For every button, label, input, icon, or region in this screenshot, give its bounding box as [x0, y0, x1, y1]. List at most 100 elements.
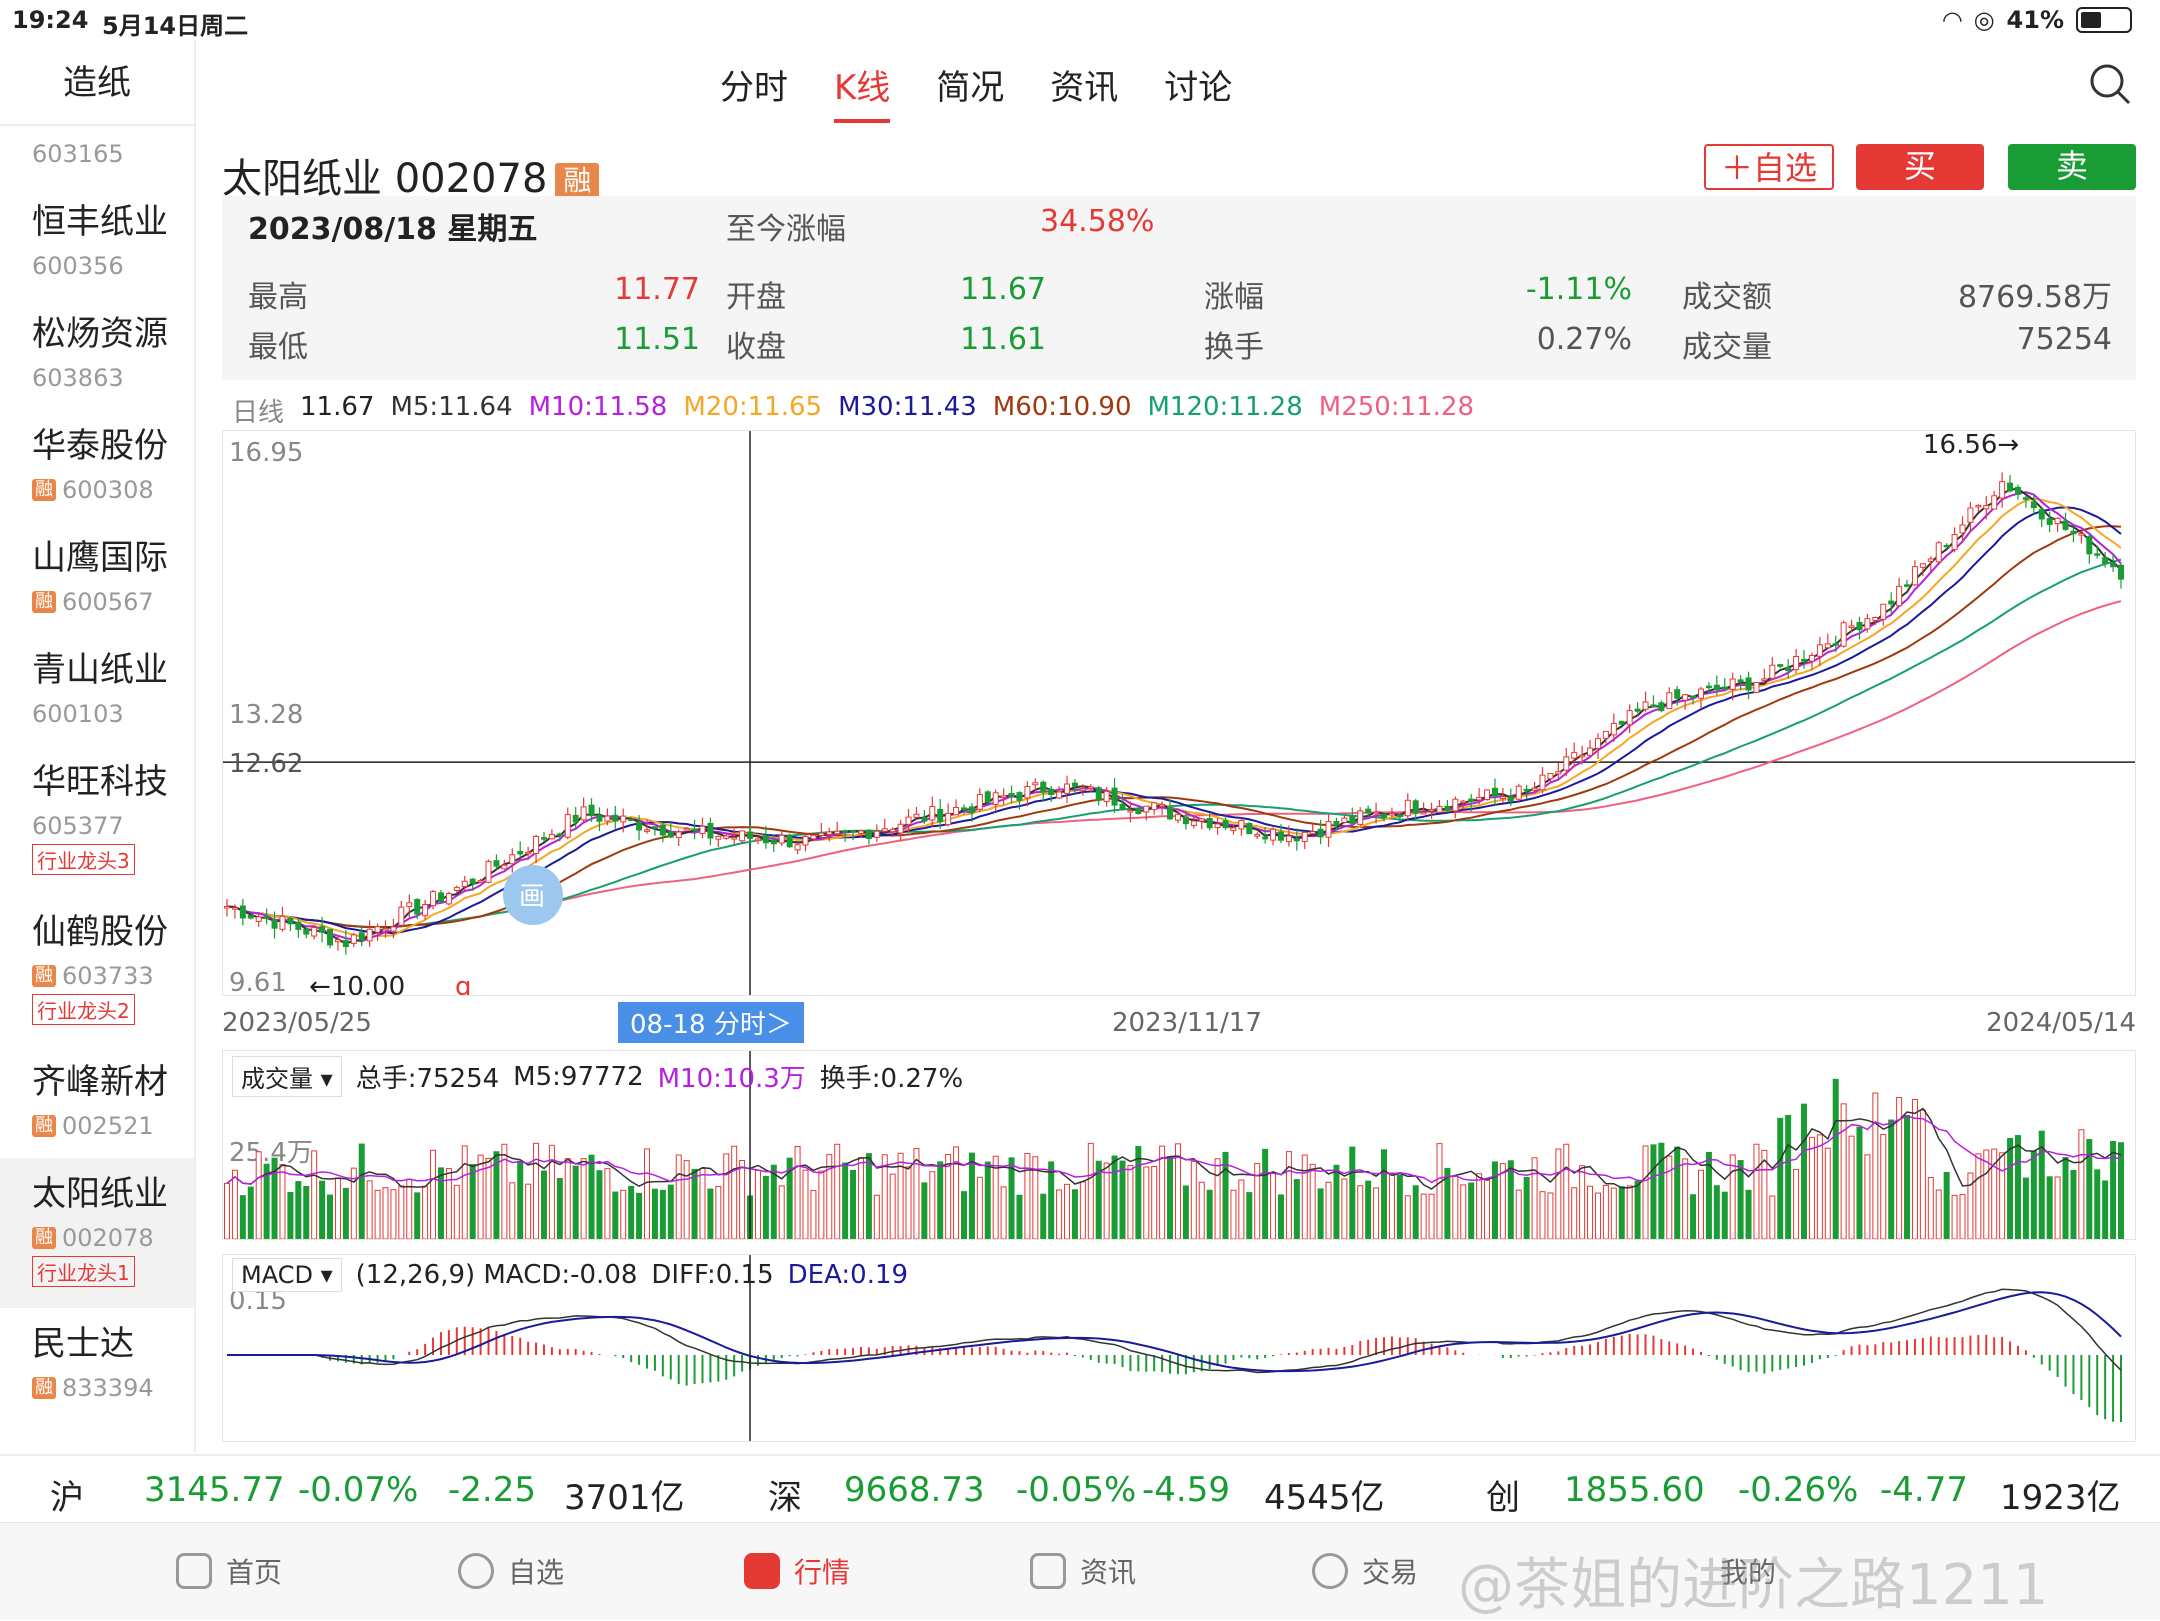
volume-bar — [1690, 1194, 1697, 1239]
candle-body — [644, 829, 651, 832]
candle-body — [1832, 643, 1839, 646]
candle-body — [1523, 788, 1530, 792]
candle-body — [1547, 773, 1554, 780]
sidebar-stock-code: 600356 — [32, 252, 124, 280]
volume-bar — [1563, 1143, 1570, 1239]
candle-body — [826, 831, 833, 835]
candle-body — [1808, 654, 1815, 662]
volume-bar — [1951, 1194, 1958, 1239]
volume-bar — [762, 1175, 769, 1239]
nav-market[interactable]: 行情 — [744, 1551, 850, 1591]
candle-body — [1373, 811, 1380, 815]
sidebar-stock-603733[interactable]: 仙鹤股份融 603733 行业龙头2 — [0, 896, 194, 1046]
vol-ytick: 25.4万 — [229, 1138, 313, 1168]
volume-bar — [1048, 1161, 1055, 1239]
volume-bar — [1079, 1181, 1086, 1239]
volume-bar — [390, 1189, 397, 1239]
sidebar-stock-600308[interactable]: 华泰股份融 600308 — [0, 410, 194, 522]
margin-badge: 融 — [32, 1115, 56, 1137]
nav-watchlist-label: 自选 — [508, 1556, 565, 1589]
volume-bar — [921, 1182, 928, 1239]
volume-bar — [1230, 1189, 1237, 1239]
sidebar-stock-code: 融 833394 — [32, 1374, 194, 1402]
volume-bar — [2014, 1135, 2021, 1239]
candle-body — [1412, 800, 1419, 814]
candle-body — [1816, 644, 1823, 657]
sidebar-stock-002521[interactable]: 齐峰新材融 002521 — [0, 1046, 194, 1158]
volume-bar — [1452, 1175, 1459, 1239]
candle-body — [1713, 684, 1720, 691]
index-ticker[interactable]: 沪 3145.77 -0.07% -2.25 3701亿 深 9668.73 -… — [0, 1454, 2160, 1522]
tab-timeshare[interactable]: 分时 — [720, 60, 788, 123]
tab-kline[interactable]: K线 — [834, 60, 891, 123]
ma30: M30:11.43 — [838, 392, 977, 422]
nav-trade[interactable]: 交易 — [1312, 1551, 1418, 1591]
tab-news[interactable]: 资讯 — [1050, 60, 1118, 123]
macd-indicator-dropdown[interactable]: MACD ▾ — [232, 1258, 342, 1292]
volume-bar — [1460, 1184, 1467, 1239]
sidebar-stock-600103[interactable]: 青山纸业 600103 — [0, 634, 194, 746]
candle-body — [1864, 618, 1871, 630]
buy-button[interactable]: 买 — [1856, 144, 1984, 190]
sidebar-stock-600567[interactable]: 山鹰国际融 600567 — [0, 522, 194, 634]
kline-chart[interactable]: 16.95 13.28 12.62 9.61 ←10.00 16.56→ q 画 — [222, 430, 2136, 996]
candle-body — [1785, 666, 1792, 672]
volume-indicator-dropdown[interactable]: 成交量 ▾ — [232, 1056, 342, 1097]
x-end-label: 2024/05/14 — [1986, 1008, 2136, 1038]
volume-bar — [1888, 1119, 1895, 1239]
candle-body — [1270, 828, 1277, 841]
ma5: M5:11.64 — [390, 392, 513, 422]
volume-bar — [1777, 1117, 1784, 1239]
add-watchlist-button[interactable]: ＋自选 — [1704, 144, 1834, 190]
candle-body — [945, 812, 952, 826]
sidebar-stock-833394[interactable]: 民士达融 833394 — [0, 1308, 194, 1420]
volume-bar — [1618, 1186, 1625, 1239]
tab-profile[interactable]: 简况 — [936, 60, 1004, 123]
vol-total: 总手:75254 — [355, 1064, 500, 1094]
nav-home[interactable]: 首页 — [176, 1551, 282, 1591]
candle-body — [1840, 622, 1847, 647]
candle-body — [287, 917, 294, 925]
volume-bar — [1856, 1126, 1863, 1239]
volume-bar — [2078, 1129, 2085, 1239]
volume-bar — [1262, 1148, 1269, 1239]
volume-bar — [723, 1153, 730, 1239]
candle-body — [477, 880, 484, 883]
sidebar-stock-002078[interactable]: 太阳纸业融 002078 行业龙头1 — [0, 1158, 194, 1308]
candle-body — [1491, 787, 1498, 797]
candle-body — [1317, 828, 1324, 838]
sidebar-stock-name: 华旺科技 — [32, 762, 168, 802]
volume-bar — [683, 1160, 690, 1239]
industry-leader-tag: 行业龙头1 — [32, 1256, 135, 1287]
nav-watchlist[interactable]: 自选 — [458, 1551, 564, 1591]
sh-amount: 3701亿 — [564, 1478, 685, 1518]
tab-discussion[interactable]: 讨论 — [1164, 60, 1232, 123]
candle-body — [1555, 771, 1562, 775]
candle-body — [1793, 655, 1800, 671]
candle-body — [1246, 823, 1253, 835]
candle-body — [1991, 495, 1998, 510]
candle-body — [659, 824, 666, 836]
candle-body — [1745, 677, 1752, 691]
candle-body — [1626, 710, 1633, 726]
candle-body — [937, 808, 944, 823]
sidebar-stock-605377[interactable]: 华旺科技 605377 行业龙头3 — [0, 746, 194, 896]
sell-button[interactable]: 卖 — [2008, 144, 2136, 190]
search-icon[interactable] — [2088, 62, 2132, 106]
volume-bar — [1523, 1177, 1530, 1239]
candle-body — [1975, 504, 1982, 508]
candle-body — [1507, 796, 1514, 802]
sidebar-stock-600356[interactable]: 恒丰纸业 600356 — [0, 186, 194, 298]
volume-bar — [770, 1164, 777, 1239]
volume-bar — [865, 1153, 872, 1239]
volume-bar — [1143, 1166, 1150, 1239]
sidebar-stock-603863[interactable]: 松炀资源 603863 — [0, 298, 194, 410]
candle-body — [1024, 786, 1031, 799]
volume-bar — [2046, 1176, 2053, 1239]
volume-bar — [311, 1150, 318, 1239]
crosshair-date-button[interactable]: 08-18 分时＞ — [618, 1002, 804, 1043]
nav-news[interactable]: 资讯 — [1030, 1551, 1136, 1591]
volume-bar — [636, 1192, 643, 1239]
candle-body — [1428, 808, 1435, 812]
sz-price: 9668.73 — [844, 1470, 985, 1510]
